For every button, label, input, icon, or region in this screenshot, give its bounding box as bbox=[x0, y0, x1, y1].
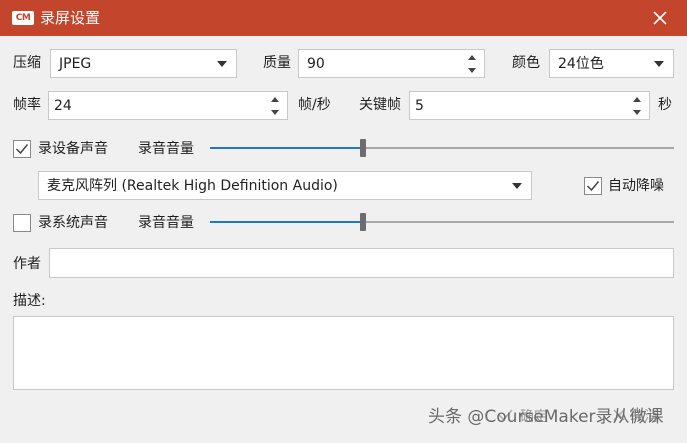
chevron-down-icon bbox=[217, 61, 227, 67]
audio-device-value: 麦克风阵列 (Realtek High Definition Audio) bbox=[47, 178, 338, 194]
quality-value: 90 bbox=[307, 56, 325, 72]
keyframe-unit: 秒 bbox=[658, 97, 672, 113]
slider-fill bbox=[210, 147, 363, 149]
chevron-down-icon bbox=[512, 183, 522, 189]
noise-reduction-checkbox[interactable] bbox=[584, 177, 602, 195]
system-volume-label: 录音音量 bbox=[138, 215, 194, 231]
slider-track bbox=[363, 147, 674, 149]
device-audio-checkbox[interactable] bbox=[13, 140, 31, 158]
quality-label: 质量 bbox=[263, 55, 291, 71]
close-icon[interactable] bbox=[647, 6, 673, 30]
slider-thumb[interactable] bbox=[360, 213, 366, 231]
keyframe-value: 5 bbox=[415, 98, 424, 114]
system-volume-slider[interactable] bbox=[210, 212, 674, 232]
device-volume-slider[interactable] bbox=[210, 138, 674, 158]
system-audio-label: 录系统声音 bbox=[38, 215, 108, 231]
watermark: 头条 @CourseMaker录从微课 bbox=[428, 407, 664, 427]
framerate-value: 24 bbox=[54, 98, 72, 114]
framerate-spinbox[interactable]: 24 bbox=[48, 91, 288, 120]
slider-track bbox=[363, 221, 674, 223]
author-label: 作者 bbox=[13, 256, 41, 272]
framerate-label: 帧率 bbox=[13, 97, 41, 113]
device-audio-label: 录设备声音 bbox=[38, 141, 108, 157]
quality-spinbox[interactable]: 90 bbox=[298, 49, 485, 78]
chevron-down-icon bbox=[654, 61, 664, 67]
app-logo-icon: CM bbox=[12, 11, 34, 25]
framerate-unit: 帧/秒 bbox=[298, 97, 331, 113]
check-icon bbox=[15, 144, 29, 155]
author-input[interactable] bbox=[49, 248, 674, 278]
color-label: 颜色 bbox=[512, 55, 540, 71]
compress-value: JPEG bbox=[59, 56, 92, 72]
keyframe-label: 关键帧 bbox=[359, 97, 401, 113]
window-title: 录屏设置 bbox=[40, 9, 101, 27]
spinner-arrows-icon[interactable] bbox=[271, 95, 281, 117]
check-icon bbox=[586, 181, 600, 192]
noise-reduction-label: 自动降噪 bbox=[608, 178, 664, 194]
spinner-arrows-icon[interactable] bbox=[633, 95, 643, 117]
compress-select[interactable]: JPEG bbox=[50, 49, 237, 78]
compress-label: 压缩 bbox=[13, 55, 41, 71]
description-label: 描述: bbox=[13, 293, 46, 309]
spinner-arrows-icon[interactable] bbox=[468, 53, 478, 75]
description-textarea[interactable] bbox=[13, 316, 674, 390]
device-volume-label: 录音音量 bbox=[138, 141, 194, 157]
slider-fill bbox=[210, 221, 363, 223]
audio-device-select[interactable]: 麦克风阵列 (Realtek High Definition Audio) bbox=[38, 171, 532, 200]
title-bar: CM 录屏设置 bbox=[0, 0, 687, 36]
color-select[interactable]: 24位色 bbox=[549, 49, 674, 78]
keyframe-spinbox[interactable]: 5 bbox=[409, 91, 650, 120]
slider-thumb[interactable] bbox=[360, 139, 366, 157]
system-audio-checkbox[interactable] bbox=[13, 214, 31, 232]
color-value: 24位色 bbox=[558, 56, 604, 72]
